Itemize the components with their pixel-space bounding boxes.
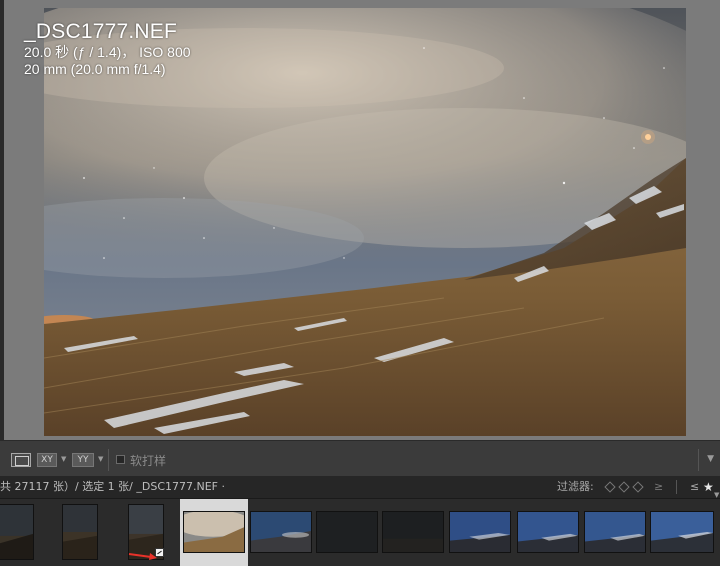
filmstrip-thumbnail [382,511,444,553]
survey-dropdown-icon[interactable]: ▼ [98,455,103,463]
edited-badge-icon[interactable] [155,548,164,557]
filmstrip-cell[interactable] [582,499,648,566]
compare-view-label: XY [41,455,53,465]
loupe-view-button[interactable] [11,453,31,467]
filmstrip-cell[interactable] [648,499,720,566]
filmstrip-thumbnail [183,511,245,553]
compare-view-button[interactable]: XY [37,453,57,467]
filmstrip-thumbnail [62,504,98,560]
filter-label: 过滤器: [557,480,594,493]
filmstrip-cell[interactable] [314,499,380,566]
filmstrip-thumbnail [584,511,646,553]
filmstrip-cell[interactable] [380,499,446,566]
soft-proof-label: 软打样 [130,454,167,468]
soft-proof-checkbox[interactable] [116,455,125,464]
rating-filter-compare-icon[interactable]: ≥ [654,476,663,498]
filmstrip-thumbnail [0,504,34,560]
filmstrip-thumbnail [250,511,312,553]
toolbar-divider [108,449,109,471]
filmstrip-thumbnail [449,511,511,553]
filmstrip-cell-selected[interactable] [180,499,248,566]
filmstrip-cell[interactable] [514,499,582,566]
photo-info-overlay: _DSC1777.NEF 20.0 秒 (ƒ / 1.4)， ISO 800 2… [24,20,191,78]
overlay-exposure: 20.0 秒 (ƒ / 1.4)， ISO 800 [24,44,191,60]
filmstrip-cell[interactable] [58,499,104,566]
filter-divider [676,480,677,494]
filmstrip-thumbnail [650,511,714,553]
filmstrip-source-info[interactable]: 共 27117 张）/ 选定 1 张/ _DSC1777.NEF · [0,476,225,498]
rating-filter-operator[interactable]: ≤ [690,476,699,498]
filmstrip [0,498,720,566]
filmstrip-header: 共 27117 张）/ 选定 1 张/ _DSC1777.NEF · 过滤器: … [0,476,720,499]
overlay-filename: _DSC1777.NEF [24,20,177,43]
overlay-lens: 20 mm (20.0 mm f/1.4) [24,61,166,77]
loupe-toolbar: XY ▼ YY ▼ 软打样 ▼ [0,440,720,476]
toolbar-options-icon[interactable]: ▼ [707,454,714,464]
filmstrip-cell[interactable] [446,499,514,566]
toolbar-divider [698,449,699,471]
left-panel-edge[interactable] [0,0,4,440]
filmstrip-thumbnail [316,511,378,553]
compare-dropdown-icon[interactable]: ▼ [61,455,66,463]
loupe-view: _DSC1777.NEF 20.0 秒 (ƒ / 1.4)， ISO 800 2… [0,0,720,440]
red-arrow-icon [128,553,157,560]
flag-filter-unflagged-icon[interactable] [618,481,630,493]
flag-filter-rejected-icon[interactable] [632,481,644,493]
survey-view-button[interactable]: YY [72,453,94,467]
filmstrip-thumbnail [517,511,579,553]
survey-view-label: YY [77,455,89,465]
filmstrip-cell[interactable] [248,499,314,566]
flag-filter-picked-icon[interactable] [604,481,616,493]
filmstrip-cell[interactable] [0,499,42,566]
rating-star-icon[interactable]: ★ [703,476,714,498]
